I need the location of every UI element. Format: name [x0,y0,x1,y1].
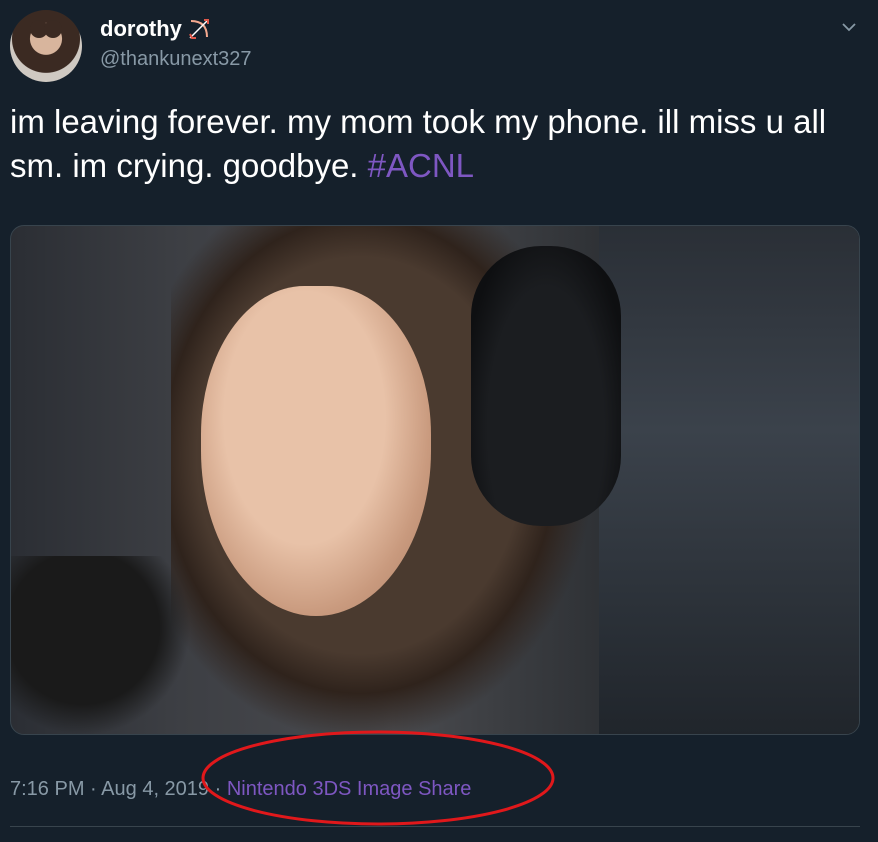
meta-separator: · [90,778,97,800]
tweet-source-link[interactable]: Nintendo 3DS Image Share [227,778,472,800]
hashtag-link[interactable]: #ACNL [368,147,474,184]
image-headphones [471,246,621,526]
display-name[interactable]: dorothy [100,16,182,42]
tweet-image[interactable] [10,225,860,735]
user-handle[interactable]: @thankunext327 [100,48,252,71]
bow-and-arrow-icon [188,18,210,40]
chevron-down-icon[interactable] [840,18,858,36]
tweet-date[interactable]: Aug 4, 2019 [101,778,209,800]
tweet: dorothy @thankunext327 im leaving foreve… [0,0,878,842]
avatar-detail [44,20,62,38]
image-microphone [11,556,191,734]
avatar[interactable] [10,10,82,82]
image-subject-face [201,286,431,616]
tweet-meta: 7:16 PM · Aug 4, 2019 · Nintendo 3DS Ima… [10,778,471,801]
divider [10,826,860,827]
image-background [599,226,859,734]
user-name-row: dorothy [100,16,210,42]
tweet-text: im leaving forever. my mom took my phone… [10,100,860,188]
tweet-time[interactable]: 7:16 PM [10,778,84,800]
meta-separator: · [214,778,222,800]
